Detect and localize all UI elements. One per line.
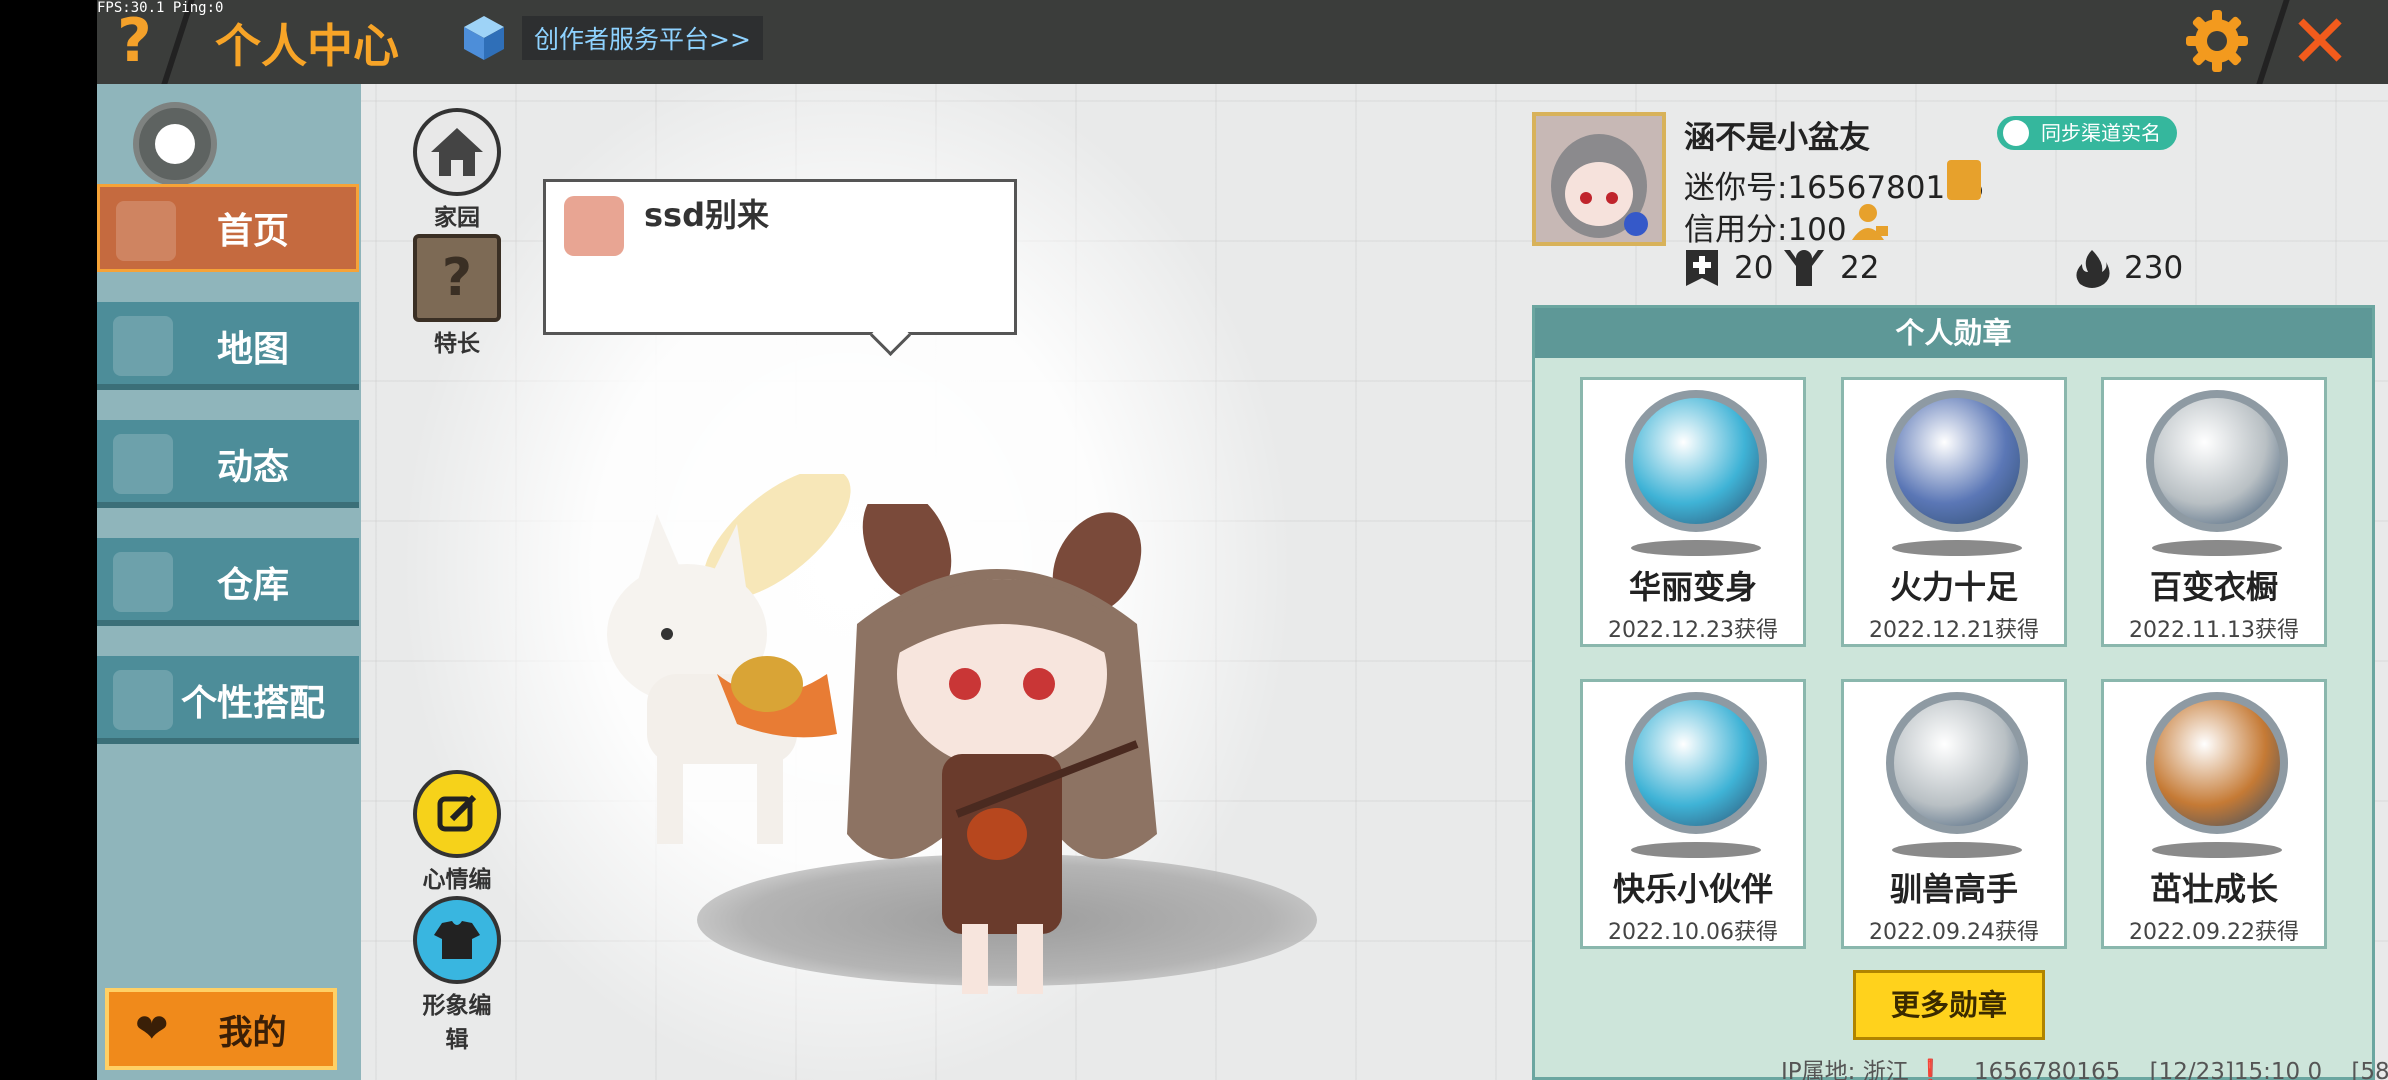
gear-icon[interactable]: [2184, 8, 2250, 74]
copy-icon[interactable]: [1947, 160, 1981, 200]
medal-card[interactable]: 驯兽高手 2022.09.24获得: [1841, 679, 2067, 949]
medal-date: 2022.12.21获得: [1869, 618, 2039, 643]
nav-item-label: 仓库: [216, 565, 289, 606]
medal-date: 2022.11.13获得: [2129, 618, 2299, 643]
medal-pedestal: [1631, 842, 1761, 858]
medal-date: 2022.09.22获得: [2129, 920, 2299, 945]
medal-card[interactable]: 火力十足 2022.12.21获得: [1841, 377, 2067, 647]
fans-icon: [1784, 250, 1824, 286]
medal-date: 2022.12.23获得: [1608, 618, 1778, 643]
medal-card[interactable]: 华丽变身 2022.12.23获得: [1580, 377, 1806, 647]
stat-fans: 22: [1782, 248, 1879, 288]
footer-time: [12/23]15:10 0: [2149, 1059, 2323, 1080]
player-name: 涵不是小盆友: [1684, 120, 1870, 156]
medal-badge-icon: [1625, 390, 1767, 532]
medal-badge-icon: [2146, 692, 2288, 834]
footer-id: 1656780165: [1973, 1059, 2121, 1080]
edit-icon: [413, 770, 501, 858]
nav-item-label: 首页: [216, 211, 289, 252]
medal-badge-icon: [1886, 390, 2028, 532]
medal-date: 2022.09.24获得: [1869, 920, 2039, 945]
speech-avatar: [564, 196, 624, 256]
plus-icon: [1686, 250, 1718, 286]
map-icon: [113, 316, 173, 376]
nav-item-label: 地图: [216, 329, 289, 370]
creator-platform-link[interactable]: 创作者服务平台>>: [460, 14, 763, 62]
stat-popularity: 230: [2074, 248, 2183, 288]
medal-badge-icon: [1886, 692, 2028, 834]
mood-text: ssd别来: [644, 196, 770, 234]
question-block-icon: ?: [413, 234, 501, 322]
profile-avatar[interactable]: [1532, 112, 1666, 246]
cube-icon: [464, 16, 504, 60]
home-shortcut[interactable]: 家园: [413, 108, 501, 232]
left-navigation: 首页 地图 动态 仓库 个性搭配 ❤ 我的: [97, 84, 361, 1080]
profile-card: 涵不是小盆友 同步渠道实名 迷你号:1656780165 信用分:100 20 …: [1532, 84, 2388, 324]
mine-label: 我的: [218, 1012, 287, 1053]
medal-pedestal: [1892, 540, 2022, 556]
footer-info: IP属地: 浙江 ❗ 1656780165 [12/23]15:10 0 [58…: [1781, 1052, 2388, 1080]
medal-pedestal: [2152, 540, 2282, 556]
medal-pedestal: [1631, 540, 1761, 556]
person-icon[interactable]: [1850, 202, 1890, 242]
stat-value: 22: [1840, 250, 1880, 286]
footer-version: [58]1.21.0: [2351, 1059, 2388, 1080]
medal-card[interactable]: 百变衣橱 2022.11.13获得: [2101, 377, 2327, 647]
mine-button[interactable]: ❤ 我的: [105, 988, 337, 1070]
medal-panel-title: 个人勋章: [1535, 308, 2372, 358]
medal-card[interactable]: 快乐小伙伴 2022.10.06获得: [1580, 679, 1806, 949]
nav-item-warehouse[interactable]: 仓库: [97, 538, 359, 626]
avatar-edit-label: 形象编辑: [422, 993, 492, 1053]
outfit-icon: [413, 896, 501, 984]
more-medals-button[interactable]: 更多勋章: [1853, 970, 2045, 1040]
page-title: 个人中心: [215, 19, 399, 73]
skill-shortcut[interactable]: ? 特长: [413, 234, 501, 358]
credit-score: 信用分:100: [1684, 212, 1847, 248]
medal-name: 华丽变身: [1628, 568, 1757, 606]
flame-icon: [2076, 250, 2110, 288]
avatar-portrait: [1551, 134, 1648, 238]
medal-badge-icon: [1625, 692, 1767, 834]
nav-item-home[interactable]: 首页: [97, 184, 359, 272]
medal-pedestal: [2152, 842, 2282, 858]
stat-value: 20: [1734, 250, 1774, 286]
warehouse-icon: [113, 552, 173, 612]
sync-realname-button[interactable]: 同步渠道实名: [1997, 116, 2177, 150]
fps-readout: FPS:30.1 Ping:0: [97, 0, 224, 16]
skill-label: 特长: [434, 331, 480, 357]
close-icon[interactable]: ✕: [2275, 0, 2365, 84]
nav-item-map[interactable]: 地图: [97, 302, 359, 390]
main-stage: 首页 地图 动态 仓库 个性搭配 ❤ 我的 家园 ? 特长 心情编 形象编辑 s…: [97, 84, 2388, 1080]
medal-name: 快乐小伙伴: [1612, 870, 1773, 908]
medal-pedestal: [1892, 842, 2022, 858]
home-label: 家园: [434, 205, 480, 231]
medal-card[interactable]: 茁壮成长 2022.09.22获得: [2101, 679, 2327, 949]
medal-name: 茁壮成长: [2149, 870, 2278, 908]
record-button[interactable]: [133, 102, 217, 186]
medal-badge-icon: [2146, 390, 2288, 532]
ip-location: IP属地: 浙江 ❗: [1781, 1059, 1945, 1080]
house-icon: [413, 108, 501, 196]
mini-id: 迷你号:1656780165: [1684, 170, 1985, 206]
player-character-figure: [847, 504, 1157, 994]
heart-icon: ❤: [135, 1006, 169, 1052]
avatar-edit-button[interactable]: 形象编辑: [413, 896, 501, 1054]
bell-icon: [113, 434, 173, 494]
stat-value: 230: [2124, 250, 2184, 286]
nav-item-label: 个性搭配: [180, 683, 325, 724]
medal-name: 驯兽高手: [1889, 870, 2018, 908]
medal-name: 百变衣橱: [2149, 568, 2278, 606]
medal-date: 2022.10.06获得: [1608, 920, 1778, 945]
nav-item-feed[interactable]: 动态: [97, 420, 359, 508]
creator-platform-label: 创作者服务平台>>: [522, 16, 763, 60]
stat-friends: 20: [1684, 248, 1773, 288]
nav-item-label: 动态: [216, 447, 289, 488]
nav-item-outfit[interactable]: 个性搭配: [97, 656, 359, 744]
help-icon[interactable]: ?: [117, 6, 152, 76]
top-bar: ? 个人中心 创作者服务平台>> ✕: [97, 0, 2388, 84]
medal-name: 火力十足: [1889, 568, 2018, 606]
mood-speech-bubble: ssd别来: [543, 179, 1017, 335]
